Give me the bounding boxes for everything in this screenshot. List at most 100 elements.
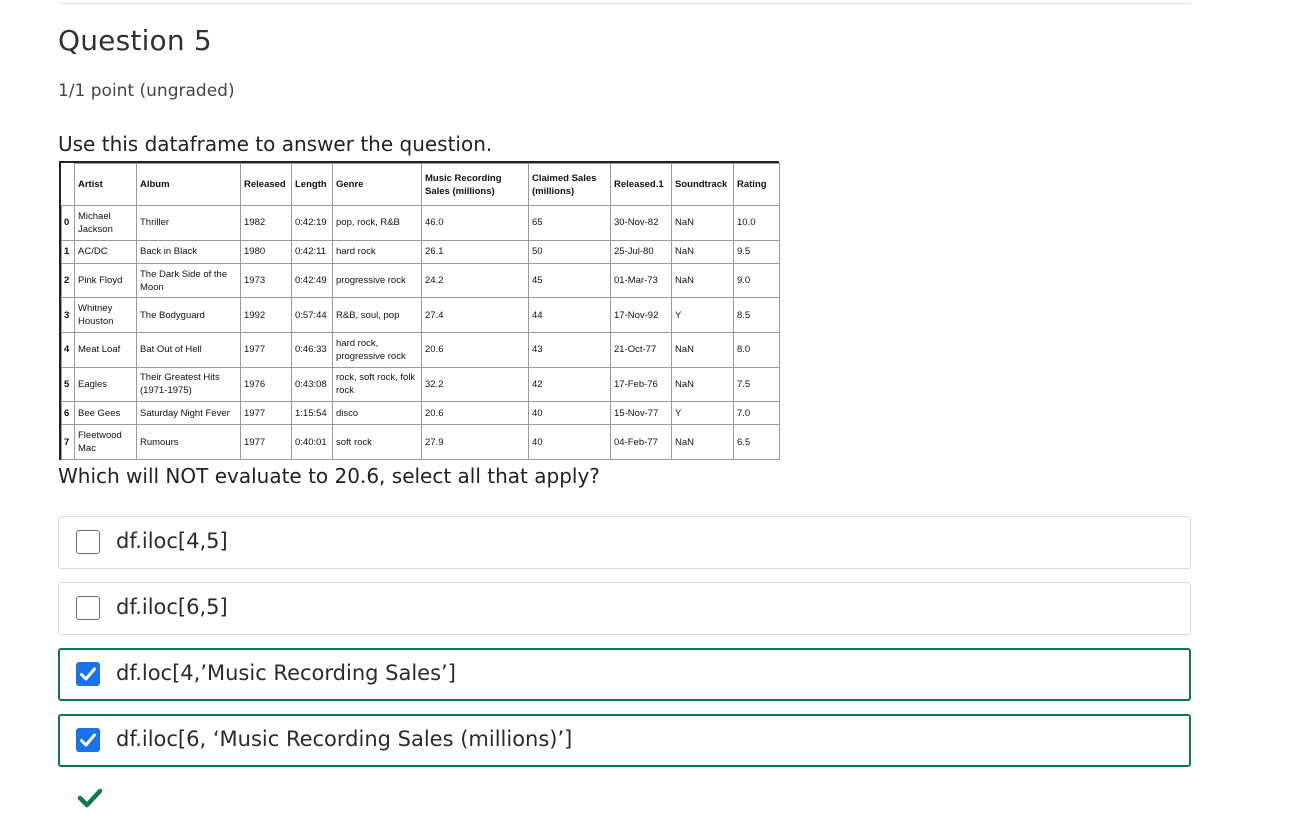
dataframe-cell: NaN bbox=[671, 205, 734, 241]
dataframe-cell: 20.6 bbox=[421, 401, 529, 426]
dataframe-cell: Rumours bbox=[136, 424, 241, 460]
dataframe-row: 7 Fleetwood Mac Rumours 1977 0:40:01 soft roc… bbox=[61, 424, 780, 460]
dataframe-cell: Meat Loaf bbox=[74, 331, 137, 368]
choice-option-3[interactable]: df.loc[4,’Music Recording Sales’] bbox=[58, 648, 1191, 701]
row-index: 6 bbox=[61, 401, 75, 426]
row-index: 3 bbox=[61, 297, 75, 333]
dataframe-cell: Pink Floyd bbox=[74, 262, 137, 299]
dataframe-cell: The Dark Side of the Moon bbox=[136, 262, 241, 299]
question-points: 1/1 point (ungraded) bbox=[58, 81, 235, 101]
dataframe-cell: 30-Nov-82 bbox=[610, 205, 672, 241]
dataframe-cell: Y bbox=[671, 297, 734, 333]
dataframe-cell: 7.5 bbox=[733, 366, 780, 403]
dataframe-cell: 9.5 bbox=[733, 239, 780, 264]
column-header: Genre bbox=[332, 163, 422, 206]
dataframe-cell: 1980 bbox=[240, 239, 292, 264]
correct-checkmark-icon bbox=[77, 788, 103, 808]
choice-label: df.loc[4,’Music Recording Sales’] bbox=[116, 661, 456, 685]
dataframe-cell: Their Greatest Hits (1971-1975) bbox=[136, 366, 241, 403]
column-header: Album bbox=[136, 163, 241, 206]
dataframe-cell: hard rock, progressive rock bbox=[332, 331, 422, 368]
choice-option-4[interactable]: df.iloc[6, ‘Music Recording Sales (milli… bbox=[58, 714, 1191, 767]
dataframe-cell: 0:42:19 bbox=[291, 205, 333, 241]
dataframe-cell: 32.2 bbox=[421, 366, 529, 403]
row-index: 5 bbox=[61, 366, 75, 403]
dataframe-cell: 0:43:08 bbox=[291, 366, 333, 403]
row-index: 0 bbox=[61, 205, 75, 241]
row-index: 7 bbox=[61, 424, 75, 460]
dataframe-row: 2 Pink Floyd The Dark Side of the Moon 1973… bbox=[61, 262, 780, 299]
dataframe-cell: 26.1 bbox=[421, 239, 529, 264]
dataframe-cell: hard rock bbox=[332, 239, 422, 264]
dataframe-cell: Eagles bbox=[74, 366, 137, 403]
dataframe-cell: NaN bbox=[671, 366, 734, 403]
dataframe-cell: 17-Nov-92 bbox=[610, 297, 672, 333]
dataframe-table: Artist Album Released Length Genre Music… bbox=[61, 163, 780, 460]
choice-option-2[interactable]: df.iloc[6,5] bbox=[58, 582, 1191, 635]
dataframe-row: 0 Michael Jackson Thriller 1982 0:42:19 pop, … bbox=[61, 205, 780, 241]
dataframe-row: 4 Meat Loaf Bat Out of Hell 1977 0:46:33 hard… bbox=[61, 331, 780, 368]
dataframe-cell: 15-Nov-77 bbox=[610, 401, 672, 426]
dataframe-cell: 1977 bbox=[240, 401, 292, 426]
dataframe-cell: 1982 bbox=[240, 205, 292, 241]
row-index: 1 bbox=[61, 239, 75, 264]
dataframe-row: 6 Bee Gees Saturday Night Fever 1977 1:15:54… bbox=[61, 401, 780, 426]
dataframe-cell: 46.0 bbox=[421, 205, 529, 241]
question-title: Question 5 bbox=[58, 24, 212, 57]
column-header bbox=[61, 163, 75, 206]
column-header: Length bbox=[291, 163, 333, 206]
dataframe-cell: 20.6 bbox=[421, 331, 529, 368]
dataframe-cell: 6.5 bbox=[733, 424, 780, 460]
column-header: Claimed Sales (millions) bbox=[528, 163, 611, 206]
dataframe-cell: 0:57:44 bbox=[291, 297, 333, 333]
column-header: Released bbox=[240, 163, 292, 206]
checkbox-checked[interactable] bbox=[76, 662, 100, 686]
dataframe-cell: 0:40:01 bbox=[291, 424, 333, 460]
row-index: 2 bbox=[61, 262, 75, 299]
dataframe-cell: 50 bbox=[528, 239, 611, 264]
dataframe-cell: rock, soft rock, folk rock bbox=[332, 366, 422, 403]
dataframe-cell: 0:42:11 bbox=[291, 239, 333, 264]
dataframe-cell: Saturday Night Fever bbox=[136, 401, 241, 426]
choice-option-1[interactable]: df.iloc[4,5] bbox=[58, 516, 1191, 569]
dataframe-row: 1 AC/DC Back in Black 1980 0:42:11 hard rock 2… bbox=[61, 239, 780, 264]
dataframe-cell: 17-Feb-76 bbox=[610, 366, 672, 403]
top-divider bbox=[58, 3, 1191, 4]
dataframe-cell: 1973 bbox=[240, 262, 292, 299]
dataframe-cell: Back in Black bbox=[136, 239, 241, 264]
check-icon bbox=[80, 667, 96, 681]
dataframe-cell: NaN bbox=[671, 424, 734, 460]
dataframe-cell: 1992 bbox=[240, 297, 292, 333]
dataframe-cell: 21-Oct-77 bbox=[610, 331, 672, 368]
dataframe-cell: 1976 bbox=[240, 366, 292, 403]
dataframe-cell: 25-Jul-80 bbox=[610, 239, 672, 264]
checkbox-checked[interactable] bbox=[76, 728, 100, 752]
dataframe-cell: The Bodyguard bbox=[136, 297, 241, 333]
dataframe-row: 3 Whitney Houston The Bodyguard 1992 0:57:44… bbox=[61, 297, 780, 333]
column-header: Soundtrack bbox=[671, 163, 734, 206]
dataframe-cell: 8.0 bbox=[733, 331, 780, 368]
dataframe-cell: 01-Mar-73 bbox=[610, 262, 672, 299]
dataframe-cell: 9.0 bbox=[733, 262, 780, 299]
dataframe-cell: pop, rock, R&B bbox=[332, 205, 422, 241]
dataframe-cell: Thriller bbox=[136, 205, 241, 241]
dataframe-cell: NaN bbox=[671, 331, 734, 368]
column-header: Music Recording Sales (millions) bbox=[421, 163, 529, 206]
dataframe-cell: 1977 bbox=[240, 331, 292, 368]
checkbox[interactable] bbox=[76, 596, 100, 620]
dataframe-cell: 04-Feb-77 bbox=[610, 424, 672, 460]
question-prompt: Which will NOT evaluate to 20.6, select … bbox=[58, 464, 600, 488]
dataframe-cell: Whitney Houston bbox=[74, 297, 137, 333]
dataframe-cell: 1977 bbox=[240, 424, 292, 460]
dataframe-cell: 44 bbox=[528, 297, 611, 333]
dataframe-row: 5 Eagles Their Greatest Hits (1971-1975) 19… bbox=[61, 366, 780, 403]
checkbox[interactable] bbox=[76, 530, 100, 554]
dataframe-cell: 40 bbox=[528, 424, 611, 460]
dataframe-cell: Fleetwood Mac bbox=[74, 424, 137, 460]
row-index: 4 bbox=[61, 331, 75, 368]
question-intro: Use this dataframe to answer the questio… bbox=[58, 132, 493, 156]
choice-label: df.iloc[6, ‘Music Recording Sales (milli… bbox=[116, 727, 573, 751]
dataframe-cell: Bat Out of Hell bbox=[136, 331, 241, 368]
dataframe-cell: R&B, soul, pop bbox=[332, 297, 422, 333]
dataframe-cell: 8.5 bbox=[733, 297, 780, 333]
